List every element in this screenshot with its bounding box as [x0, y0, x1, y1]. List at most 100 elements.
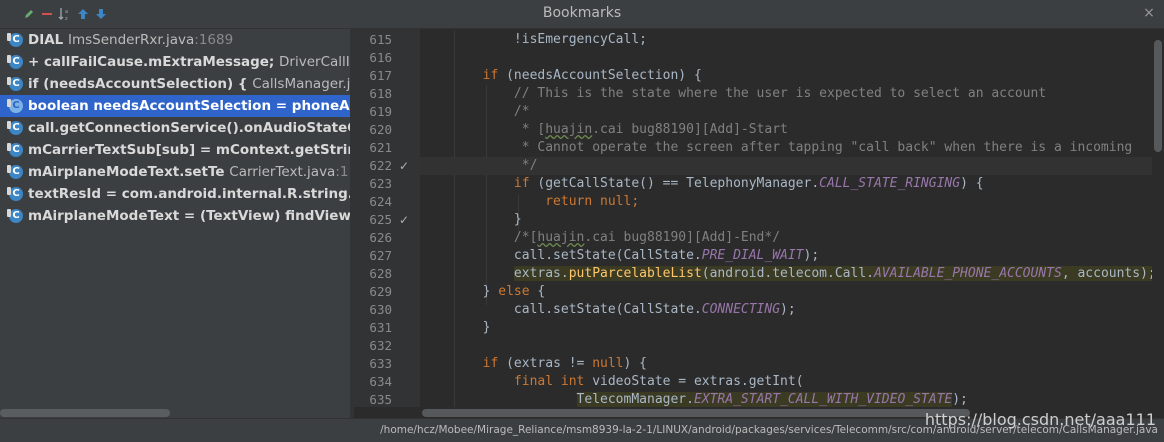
code-token: EXTRA_START_CALL_WITH_VIDEO_STATE	[693, 392, 953, 407]
code-token: );	[952, 392, 968, 407]
code-line[interactable]: } else {	[420, 283, 1152, 301]
code-token: call.setState(CallState.	[420, 302, 702, 317]
class-bookmark-icon: C	[7, 99, 23, 113]
code-line[interactable]: if (needsAccountSelection) {	[420, 67, 1152, 85]
code-token: TelecomManager.	[576, 392, 694, 407]
code-token: * Cannot operate the screen after tappin…	[521, 140, 1133, 155]
code-token: .cai bug88190][Add]-End*/	[584, 230, 781, 245]
code-line[interactable]	[420, 337, 1152, 355]
bookmark-item[interactable]: Cif (needsAccountSelection) { CallsManag…	[0, 73, 350, 95]
code-token: (android.telecom.Call.	[701, 266, 874, 281]
code-line[interactable]: final int videoState = extras.getInt(	[420, 373, 1152, 391]
bookmark-code: textResId = com.android.internal.R.strin…	[28, 186, 350, 202]
code-line[interactable]: }	[420, 319, 1152, 337]
code-token: }	[420, 212, 522, 227]
bookmark-item[interactable]: C DIAL ImsSenderRxr.java:1689	[0, 29, 350, 51]
code-token: final int	[513, 374, 585, 389]
code-token: call.setState(CallState.	[420, 248, 702, 263]
code-line[interactable]: call.setState(CallState.PRE_DIAL_WAIT);	[420, 247, 1152, 265]
bookmark-list-hscroll-thumb[interactable]	[0, 409, 170, 417]
bookmark-item[interactable]: CmAirplaneModeText.setTe CarrierText.jav…	[0, 161, 350, 183]
bookmark-label: DIAL ImsSenderRxr.java:1689	[28, 29, 233, 51]
code-line[interactable]: * [huajin.cai bug88190][Add]-Start	[420, 121, 1152, 139]
code-token: {	[529, 284, 546, 299]
class-bookmark-icon: C	[7, 55, 23, 69]
code-token: ) {	[623, 356, 647, 371]
code-line[interactable]: !isEmergencyCall;	[420, 31, 1152, 49]
bookmark-code: mAirplaneModeText = (TextView) findViewB…	[28, 208, 350, 224]
code-line[interactable]: /*	[420, 103, 1152, 121]
line-number: 624	[369, 194, 392, 209]
line-number: 626	[369, 230, 392, 245]
code-token: huajin	[545, 122, 593, 137]
line-number: 621	[369, 140, 392, 155]
bookmark-icon-letter: C	[12, 34, 20, 45]
code-line[interactable]: * Cannot operate the screen after tappin…	[420, 139, 1152, 157]
code-line[interactable]: /*[huajin.cai bug88190][Add]-End*/	[420, 229, 1152, 247]
bookmark-icon-letter: C	[12, 166, 20, 177]
code-token: );	[803, 248, 820, 263]
line-number: 633	[369, 356, 392, 371]
class-bookmark-icon: C	[7, 187, 23, 201]
bookmark-label: call.getConnectionService().onAudioState…	[28, 117, 350, 139]
code-line[interactable]: TelecomManager.EXTRA_START_CALL_WITH_VID…	[420, 391, 1152, 407]
code-line[interactable]: }	[420, 211, 1152, 229]
line-number: 631	[369, 320, 392, 335]
bookmark-check-icon[interactable]: ✓	[398, 211, 410, 229]
bookmark-icon-letter: C	[12, 78, 20, 89]
code-line[interactable]: // This is the state where the user is e…	[420, 85, 1152, 103]
bookmark-file: CarrierText.java	[229, 164, 336, 180]
bookmark-code: if (needsAccountSelection) {	[28, 76, 253, 92]
bookmark-item[interactable]: CmCarrierTextSub[sub] = mContext.getStri…	[0, 139, 350, 161]
code-token: );	[780, 302, 796, 317]
class-bookmark-icon: C	[7, 77, 23, 91]
editor-vscroll-thumb[interactable]	[1154, 40, 1162, 152]
bookmark-label: mAirplaneModeText = (TextView) findViewB…	[28, 205, 350, 227]
line-number: 632	[369, 338, 392, 353]
code-token: .cai bug88190][Add]-Start	[592, 122, 788, 137]
bookmark-list[interactable]: C DIAL ImsSenderRxr.java:1689 C + callFailC…	[0, 29, 350, 411]
code-line[interactable]: if (getCallState() == TelephonyManager.C…	[420, 175, 1152, 193]
code-line[interactable]: */	[420, 157, 1152, 175]
bookmark-label: boolean needsAccountSelection = phoneAcc…	[28, 95, 350, 117]
bookmark-item[interactable]: C mAirplaneModeText = (TextView) findVie…	[0, 205, 350, 227]
bookmarks-window: az Bookmarks × C DIAL ImsSenderRxr.java:1…	[0, 0, 1164, 442]
line-number: 629	[369, 284, 392, 299]
bookmark-line: :1	[335, 164, 349, 180]
bookmark-code: call.getConnectionService().onAudioState…	[28, 120, 350, 136]
code-line[interactable]: call.setState(CallState.CONNECTING);	[420, 301, 1152, 319]
bookmark-check-icon[interactable]: ✓	[398, 157, 410, 175]
bookmark-icon-letter: C	[12, 56, 20, 67]
line-number: 616	[369, 50, 392, 65]
bookmark-item[interactable]: CtextResId = com.android.internal.R.stri…	[0, 183, 350, 205]
code-line[interactable]: return null;	[420, 193, 1152, 211]
watermark: https://blog.csdn.net/aaa111	[924, 410, 1156, 429]
code-line[interactable]: if (extras != null) {	[420, 355, 1152, 373]
bookmark-label: + callFailCause.mExtraMessage; DriverCal…	[28, 51, 350, 73]
bookmark-item[interactable]: Cboolean needsAccountSelection = phoneAc…	[0, 95, 350, 117]
editor-hscroll-thumb[interactable]	[422, 409, 970, 417]
bookmark-code: boolean needsAccountSelection = phoneAcc…	[28, 98, 350, 114]
code-token: ;	[631, 194, 640, 209]
close-icon[interactable]: ×	[1142, 5, 1156, 21]
bookmark-icon-letter: C	[12, 188, 20, 199]
bookmark-label: mCarrierTextSub[sub] = mContext.getStrin…	[28, 139, 350, 161]
code-line[interactable]	[420, 49, 1152, 67]
code-line[interactable]: extras.putParcelableList(android.telecom…	[420, 265, 1152, 283]
bookmark-item[interactable]: C + callFailCause.mExtraMessage; DriverCa…	[0, 51, 350, 73]
line-number: 627	[369, 248, 392, 263]
class-bookmark-icon: C	[7, 143, 23, 157]
code-token: huajin	[537, 230, 585, 245]
code-editor[interactable]: !isEmergencyCall; if (needsAccountSelect…	[420, 29, 1152, 407]
line-number: 618	[369, 86, 392, 101]
bookmark-item[interactable]: Ccall.getConnectionService().onAudioStat…	[0, 117, 350, 139]
bookmark-label: textResId = com.android.internal.R.strin…	[28, 183, 350, 205]
bookmark-icon-letter: C	[12, 100, 20, 111]
code-token: return null	[545, 194, 632, 209]
line-number: 619	[369, 104, 392, 119]
